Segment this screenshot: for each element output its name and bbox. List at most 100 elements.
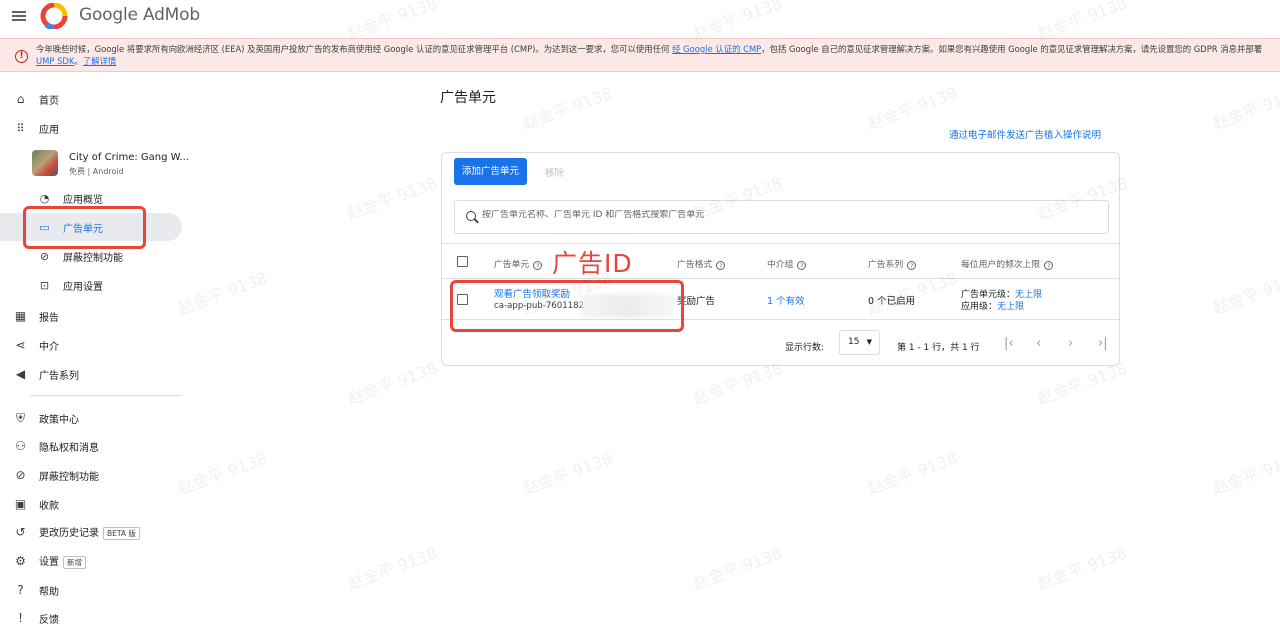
watermark-text: 赵金平 9138 xyxy=(175,268,270,319)
speedometer-icon: ◔ xyxy=(39,191,50,205)
rows-per-page-value: 15 xyxy=(848,337,860,347)
dropdown-arrow-icon: ▼ xyxy=(866,338,872,346)
banner-text-part: ，包括 Google 自己的意见征求管理解决方案。如果您有兴趣使用 Google… xyxy=(761,44,1263,54)
menu-icon[interactable] xyxy=(12,9,26,23)
sidebar-item-label: 设置 新增 xyxy=(39,553,86,569)
help-icon[interactable]: ? xyxy=(907,261,917,270)
watermark-text: 赵金平 9138 xyxy=(1035,543,1130,594)
help-icon[interactable]: ? xyxy=(1044,261,1054,270)
column-header-campaigns[interactable]: 广告系列? xyxy=(868,257,917,270)
watermark-text: 赵金平 9138 xyxy=(520,448,615,499)
person-icon: ⚇ xyxy=(15,438,26,453)
ump-sdk-link[interactable]: UMP SDK xyxy=(36,56,74,66)
shield-icon: ⛨ xyxy=(15,410,25,425)
pagination-range: 第 1 - 1 行，共 1 行 xyxy=(897,343,980,353)
column-header-label: 中介组 xyxy=(767,260,794,270)
sidebar-item-apps[interactable]: ⠿ 应用 xyxy=(0,114,182,142)
column-header-frequency-cap[interactable]: 每位用户的频次上限? xyxy=(961,257,1054,270)
rows-per-page-select[interactable]: 15 ▼ xyxy=(839,330,880,355)
app-thumbnail[interactable] xyxy=(32,150,58,176)
help-icon[interactable]: ? xyxy=(797,261,807,270)
freq-cap-label: 应用级： xyxy=(961,302,998,312)
table-divider xyxy=(442,278,1119,279)
app-meta: 免费 | Android xyxy=(69,167,124,176)
sidebar-item-blocking-controls-global[interactable]: ⊘ 屏蔽控制功能 xyxy=(0,461,182,489)
admob-logo-icon xyxy=(40,3,68,29)
prev-page-icon[interactable]: ‹ xyxy=(1036,336,1041,351)
sidebar-item-feedback[interactable]: ! 反馈 xyxy=(0,604,182,632)
table-divider xyxy=(442,243,1119,244)
sidebar-item-payments[interactable]: ▣ 收款 xyxy=(0,490,182,518)
app-name[interactable]: City of Crime: Gang W... xyxy=(69,152,189,163)
new-badge: 新增 xyxy=(63,556,86,569)
cmp-notice-banner: ! 今年晚些时候，Google 将要求所有向欧洲经济区 (EEA) 及英国用户投… xyxy=(0,38,1280,72)
sidebar-item-policy-center[interactable]: ⛨ 政策中心 xyxy=(0,404,182,432)
search-icon xyxy=(466,211,476,221)
search-input[interactable] xyxy=(482,210,1082,220)
column-header-label: 广告单元 xyxy=(494,260,530,270)
sidebar-item-privacy-messaging[interactable]: ⚇ 隐私权和消息 xyxy=(0,432,182,460)
sidebar-item-settings[interactable]: ⚙ 设置 新增 xyxy=(0,547,182,575)
top-bar: Google AdMob xyxy=(0,0,1280,34)
watermark-text: 赵金平 9138 xyxy=(690,543,785,594)
beta-badge: BETA 版 xyxy=(103,527,140,540)
feedback-icon: ! xyxy=(18,610,23,625)
watermark-text: 赵金平 9138 xyxy=(1210,448,1280,499)
rows-per-page-label: 显示行数: xyxy=(785,343,825,353)
sidebar-item-label: 更改历史记录 BETA 版 xyxy=(39,524,140,540)
watermark-text: 赵金平 9138 xyxy=(345,173,440,224)
column-header-mediation-group[interactable]: 中介组? xyxy=(767,257,807,270)
sidebar-item-home[interactable]: ⌂ 首页 xyxy=(0,85,182,113)
sidebar-item-label: 帮助 xyxy=(39,586,59,598)
sidebar-item-label: 应用概览 xyxy=(63,194,103,206)
banner-text-part: 。 xyxy=(74,56,83,66)
sidebar-divider xyxy=(30,395,182,396)
watermark-text: 赵金平 9138 xyxy=(520,83,615,134)
watermark-text: 赵金平 9138 xyxy=(345,543,440,594)
home-icon: ⌂ xyxy=(16,91,25,106)
banner-text: 今年晚些时候，Google 将要求所有向欧洲经济区 (EEA) 及英国用户投放广… xyxy=(36,43,1274,67)
watermark-text: 赵金平 9138 xyxy=(345,358,440,409)
sidebar-item-app-settings[interactable]: ⊡ 应用设置 xyxy=(0,271,182,299)
first-page-icon[interactable]: |‹ xyxy=(1004,336,1014,351)
sidebar-highlight-box xyxy=(23,206,146,249)
sidebar-item-label: 政策中心 xyxy=(39,414,79,426)
sidebar-item-campaigns[interactable]: ◀ 广告系列 xyxy=(0,360,182,388)
last-page-icon[interactable]: ›| xyxy=(1098,336,1108,351)
email-instructions-link[interactable]: 通过电子邮件发送广告植入操作说明 xyxy=(949,127,1101,141)
block-icon: ⊘ xyxy=(39,249,50,263)
freq-cap-app: 应用级：无上限 xyxy=(961,299,1024,312)
logo-text: Google AdMob xyxy=(79,5,200,25)
sidebar-item-label: 应用设置 xyxy=(63,281,103,293)
gear-icon: ⚙ xyxy=(15,553,26,568)
sidebar-item-reports[interactable]: ▦ 报告 xyxy=(0,302,182,330)
search-box[interactable] xyxy=(454,200,1109,234)
mediation-group-link[interactable]: 1 个有效 xyxy=(767,293,805,307)
remove-button[interactable]: 移除 xyxy=(545,165,564,179)
sidebar-item-mediation[interactable]: ⋖ 中介 xyxy=(0,331,182,359)
error-icon: ! xyxy=(15,50,28,63)
watermark-text: 赵金平 9138 xyxy=(175,448,270,499)
payments-icon: ▣ xyxy=(14,496,27,511)
watermark-text: 赵金平 9138 xyxy=(1210,268,1280,319)
sidebar-item-label: 首页 xyxy=(39,95,59,107)
freq-cap-app-link[interactable]: 无上限 xyxy=(997,302,1024,312)
column-header-ad-unit[interactable]: 广告单元? xyxy=(494,257,543,270)
ad-id-annotation-label: 广告ID xyxy=(552,249,633,278)
column-header-label: 广告格式 xyxy=(677,260,713,270)
help-icon[interactable]: ? xyxy=(716,261,726,270)
certified-cmp-link[interactable]: 经 Google 认证的 CMP xyxy=(672,44,761,54)
column-header-label: 广告系列 xyxy=(868,260,904,270)
select-all-checkbox[interactable] xyxy=(457,256,468,267)
add-ad-unit-button[interactable]: 添加广告单元 xyxy=(454,158,527,185)
megaphone-icon: ◀ xyxy=(15,366,26,381)
sidebar-item-label: 隐私权和消息 xyxy=(39,442,99,454)
learn-more-link[interactable]: 了解详情 xyxy=(83,56,117,66)
change-history-label: 更改历史记录 xyxy=(39,528,99,539)
sidebar-item-help[interactable]: ? 帮助 xyxy=(0,576,182,604)
sidebar-item-change-history[interactable]: ↺ 更改历史记录 BETA 版 xyxy=(0,518,182,546)
column-header-format[interactable]: 广告格式? xyxy=(677,257,726,270)
next-page-icon[interactable]: › xyxy=(1068,336,1073,351)
help-icon[interactable]: ? xyxy=(533,261,543,270)
sidebar-item-label: 屏蔽控制功能 xyxy=(39,471,99,483)
